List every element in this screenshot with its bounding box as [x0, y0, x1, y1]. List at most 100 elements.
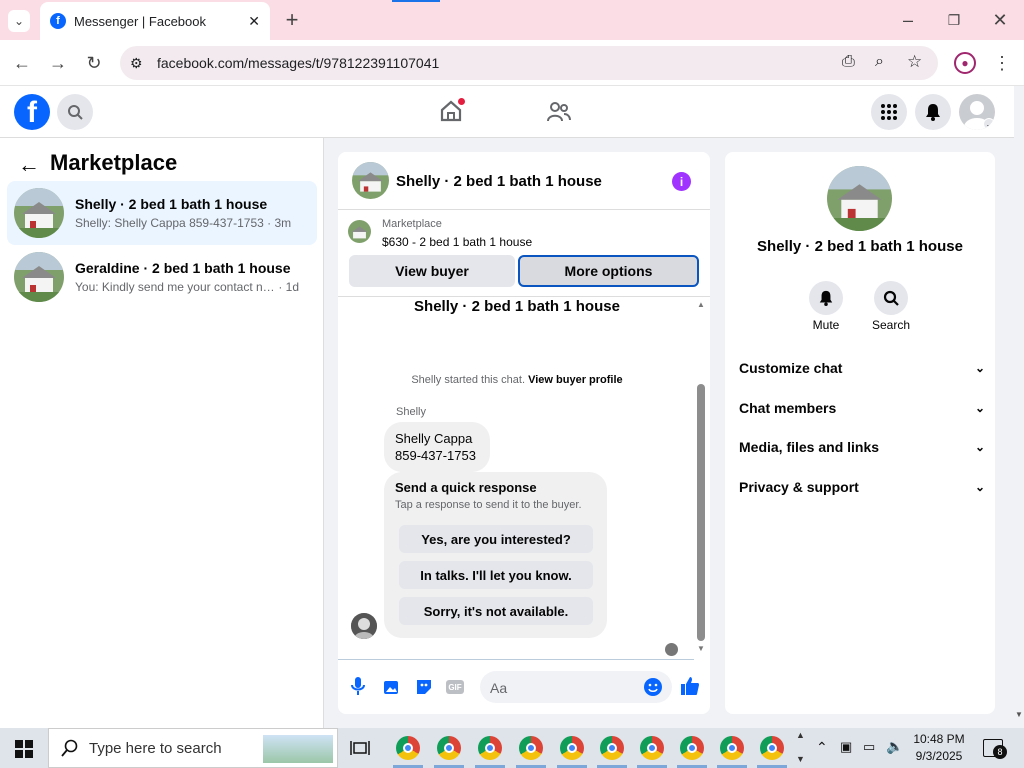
emoji-icon[interactable]: [644, 678, 662, 696]
profile-icon[interactable]: ●: [954, 52, 976, 74]
chrome-taskbar-icon[interactable]: [600, 736, 624, 760]
scroll-down-icon[interactable]: ▼: [697, 644, 705, 653]
notifications-bell-icon[interactable]: [915, 94, 951, 130]
quick-response-title: Send a quick response: [395, 480, 537, 495]
quick-response-button[interactable]: Yes, are you interested?: [399, 525, 593, 553]
chrome-taskbar-icon[interactable]: [478, 736, 502, 760]
apps-menu-icon[interactable]: [871, 94, 907, 130]
chat-scrollbar[interactable]: ▲ ▼: [697, 300, 705, 653]
taskbar-date[interactable]: 9/3/2025: [906, 749, 972, 763]
message-line: Shelly Cappa: [395, 431, 473, 446]
search-icon: [61, 739, 79, 757]
taskbar-scroll-down-icon[interactable]: ▼: [796, 754, 805, 764]
gif-icon[interactable]: GIF: [446, 680, 464, 694]
maximize-icon[interactable]: ❐: [942, 8, 966, 32]
chevron-down-icon: ⌄: [974, 401, 985, 415]
sender-avatar[interactable]: [351, 613, 377, 639]
sender-name: Shelly: [396, 406, 426, 418]
thread-title: Shelly · 2 bed 1 bath 1 house: [414, 298, 620, 315]
windows-start-icon[interactable]: [15, 740, 33, 758]
bookmark-star-icon[interactable]: ☆: [907, 52, 922, 72]
media-files-links-section[interactable]: Media, files and links ⌄: [739, 439, 985, 455]
taskbar-search-input[interactable]: Type here to search: [48, 728, 338, 768]
action-center-icon[interactable]: 8: [983, 739, 1007, 759]
chat-members-section[interactable]: Chat members ⌄: [739, 400, 985, 416]
tray-chevron-up-icon[interactable]: ⌃: [816, 739, 828, 756]
search-placeholder: Type here to search: [89, 739, 222, 757]
chrome-taskbar-icon[interactable]: [437, 736, 461, 760]
forward-icon[interactable]: →: [46, 51, 70, 75]
message-bubble[interactable]: Shelly Cappa 859-437-1753: [384, 422, 490, 472]
chrome-taskbar-icon[interactable]: [640, 736, 664, 760]
view-buyer-profile-link[interactable]: View buyer profile: [528, 374, 623, 386]
site-info-icon[interactable]: ⚙: [130, 55, 143, 72]
chat-header-avatar[interactable]: [352, 162, 389, 199]
quick-response-button[interactable]: In talks. I'll let you know.: [399, 561, 593, 589]
close-window-icon[interactable]: ✕: [988, 8, 1012, 32]
chrome-taskbar-icon[interactable]: [760, 736, 784, 760]
conversation-item-shelly[interactable]: Shelly · 2 bed 1 bath 1 house Shelly: Sh…: [7, 181, 317, 245]
back-arrow-icon[interactable]: ←: [18, 152, 40, 178]
home-icon[interactable]: [438, 98, 465, 124]
network-icon[interactable]: ▭: [863, 739, 875, 755]
search-conversation-icon[interactable]: [874, 281, 908, 315]
chat-started-note: Shelly started this chat. View buyer pro…: [338, 374, 696, 386]
facebook-logo-icon[interactable]: f: [14, 94, 50, 130]
zoom-icon[interactable]: ⌕: [875, 53, 884, 71]
back-icon[interactable]: ←: [10, 51, 34, 75]
windows-taskbar: Type here to search ▲ ▼ ⌃ ▣ ▭ 🔈 10:48 PM…: [0, 728, 1024, 768]
chrome-taskbar-icon[interactable]: [560, 736, 584, 760]
page-scroll-down-icon[interactable]: ▼: [1015, 710, 1023, 719]
quick-response-button[interactable]: Sorry, it's not available.: [399, 597, 593, 625]
privacy-support-section[interactable]: Privacy & support ⌄: [739, 479, 985, 495]
volume-icon[interactable]: 🔈: [886, 738, 903, 755]
conversation-list-panel: ← Marketplace Shelly · 2 bed 1 bath 1 ho…: [0, 138, 324, 728]
more-options-button[interactable]: More options: [518, 255, 699, 287]
chrome-taskbar-icon[interactable]: [396, 736, 420, 760]
like-thumb-icon[interactable]: [680, 676, 700, 696]
search-icon[interactable]: [57, 94, 93, 130]
minimize-icon[interactable]: –: [896, 8, 920, 32]
url-bar[interactable]: ⚙ facebook.com/messages/t/97812239110704…: [120, 46, 938, 80]
friends-icon[interactable]: [546, 99, 572, 125]
new-tab-icon[interactable]: +: [280, 7, 304, 32]
sticker-icon[interactable]: [415, 678, 433, 696]
city-skyline-icon: [263, 735, 333, 763]
facebook-favicon-icon: f: [50, 13, 66, 29]
section-label: Media, files and links: [739, 439, 880, 455]
taskbar-time[interactable]: 10:48 PM: [906, 732, 972, 746]
chevron-down-icon: ⌄: [974, 361, 985, 375]
chrome-taskbar-icon[interactable]: [680, 736, 704, 760]
search-label[interactable]: Search: [865, 318, 917, 332]
photo-icon[interactable]: [383, 678, 401, 696]
browser-tab[interactable]: f Messenger | Facebook ✕: [40, 2, 270, 40]
seen-avatar: [665, 643, 678, 656]
microphone-icon[interactable]: [350, 676, 366, 696]
details-avatar: [827, 166, 892, 231]
mute-label[interactable]: Mute: [805, 318, 847, 332]
tab-search-icon[interactable]: ⌄: [8, 10, 30, 32]
scrollbar-thumb[interactable]: [697, 384, 705, 641]
page-scrollbar[interactable]: ▼: [1014, 86, 1024, 728]
close-tab-icon[interactable]: ✕: [248, 13, 260, 30]
composer-divider: [338, 659, 694, 660]
reload-icon[interactable]: ↻: [82, 51, 106, 75]
chrome-taskbar-icon[interactable]: [519, 736, 543, 760]
meet-now-icon[interactable]: ▣: [840, 739, 852, 755]
customize-chat-section[interactable]: Customize chat ⌄: [739, 360, 985, 376]
scroll-up-icon[interactable]: ▲: [697, 300, 705, 309]
menu-dots-icon[interactable]: ⋮: [990, 51, 1014, 75]
chat-header-title[interactable]: Shelly · 2 bed 1 bath 1 house: [396, 173, 602, 190]
install-app-icon[interactable]: ⎙: [842, 53, 855, 71]
message-line: 859-437-1753: [395, 448, 476, 463]
taskbar-scroll-up-icon[interactable]: ▲: [796, 730, 805, 740]
chrome-taskbar-icon[interactable]: [720, 736, 744, 760]
listing-description[interactable]: $630 - 2 bed 1 bath 1 house: [382, 235, 532, 249]
account-avatar[interactable]: ⌄: [959, 94, 995, 130]
task-view-icon[interactable]: [350, 738, 370, 758]
conversation-item-geraldine[interactable]: Geraldine · 2 bed 1 bath 1 house You: Ki…: [7, 245, 317, 309]
mute-bell-icon[interactable]: [809, 281, 843, 315]
view-buyer-button[interactable]: View buyer: [349, 255, 515, 287]
chevron-down-icon: ⌄: [974, 480, 985, 494]
info-icon[interactable]: i: [672, 172, 691, 191]
